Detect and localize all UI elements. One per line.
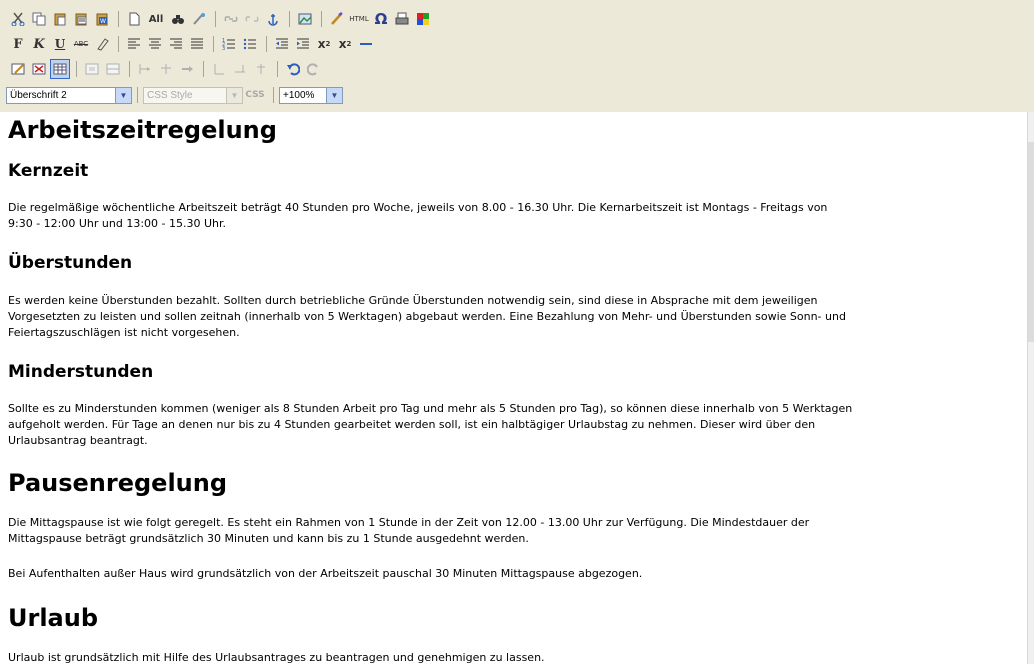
toolbar-separator	[129, 61, 130, 77]
toolbar-separator	[289, 11, 290, 27]
cell-props-icon[interactable]	[82, 59, 102, 79]
heading-ueberstunden: Überstunden	[8, 253, 133, 273]
redo-icon[interactable]	[304, 59, 324, 79]
subscript-icon[interactable]: x2	[335, 34, 355, 54]
editor-area[interactable]: Arbeitszeitregelung Kernzeit Die regelmä…	[0, 112, 1034, 664]
toolbar-separator	[203, 61, 204, 77]
toolbar-separator	[215, 11, 216, 27]
delete-row-icon[interactable]	[156, 59, 176, 79]
edit-table-icon[interactable]	[8, 59, 28, 79]
toolbar-separator	[321, 11, 322, 27]
merge-cells-icon[interactable]	[230, 59, 250, 79]
html-icon[interactable]: HTML	[348, 9, 370, 29]
heading-select[interactable]: Überschrift 2 ▼	[6, 86, 132, 104]
zoom-select[interactable]: +100% ▼	[279, 86, 343, 104]
italic-icon[interactable]: K	[29, 34, 49, 54]
toolbar-row-4: Überschrift 2 ▼ CSS Style ▼ CSS +100% ▼	[6, 84, 343, 106]
heading-minderstunden: Minderstunden	[8, 362, 154, 382]
zoom-select-value: +100%	[283, 89, 315, 101]
scrollbar[interactable]	[1027, 112, 1034, 664]
strikethrough-icon[interactable]: ABC	[71, 34, 91, 54]
paragraph-ueberstunden-line-3: Feiertagszuschlägen ist nicht vorgesehen…	[8, 326, 240, 339]
paragraph-ueberstunden-line-1: Es werden keine Überstunden bezahlt. Sol…	[8, 294, 818, 307]
special-char-icon[interactable]: Ω	[371, 9, 391, 29]
svg-text:W: W	[100, 18, 106, 25]
paragraph-pause-line-2: Mittagspause beträgt grundsätzlich 30 Mi…	[8, 532, 529, 545]
color-icon[interactable]	[413, 9, 433, 29]
paragraph-kernzeit-line-1: Die regelmäßige wöchentliche Arbeitszeit…	[8, 201, 828, 214]
outdent-icon[interactable]	[272, 34, 292, 54]
unordered-list-icon[interactable]	[240, 34, 260, 54]
svg-text:3: 3	[222, 46, 225, 51]
paste-word-icon[interactable]: W	[92, 9, 112, 29]
insert-table-icon[interactable]	[50, 59, 70, 79]
ordered-list-icon[interactable]: 123	[219, 34, 239, 54]
scrollbar-thumb[interactable]	[1028, 142, 1034, 342]
anchor-icon[interactable]	[263, 9, 283, 29]
editor-toolbar: W All HTML Ω F K U ABC 123 x2 x 2 Übersc…	[0, 0, 1034, 113]
copy-icon[interactable]	[29, 9, 49, 29]
toolbar-separator	[266, 36, 267, 52]
heading-urlaub: Urlaub	[8, 604, 99, 632]
toolbar-separator	[118, 11, 119, 27]
image-icon[interactable]	[295, 9, 315, 29]
toolbar-separator	[273, 87, 274, 103]
css-button[interactable]: CSS	[243, 85, 267, 105]
toolbar-separator	[137, 87, 138, 103]
css-style-select[interactable]: CSS Style ▼	[143, 86, 243, 104]
insert-col-right-icon[interactable]	[209, 59, 229, 79]
align-right-icon[interactable]	[166, 34, 186, 54]
spellcheck-icon[interactable]	[327, 9, 347, 29]
insert-row-icon[interactable]	[135, 59, 155, 79]
remove-format-icon[interactable]	[92, 34, 112, 54]
row-props-icon[interactable]	[103, 59, 123, 79]
paste-text-icon[interactable]	[71, 9, 91, 29]
paragraph-minderstunden-line-3: Urlaubsantrag beantragt.	[8, 434, 148, 447]
toolbar-row-1: W All HTML Ω	[8, 8, 434, 30]
paragraph-minderstunden-line-1: Sollte es zu Minderstunden kommen (wenig…	[8, 402, 853, 415]
indent-icon[interactable]	[293, 34, 313, 54]
cut-icon[interactable]	[8, 9, 28, 29]
chevron-down-icon: ▼	[326, 87, 342, 103]
heading-pausenregelung: Pausenregelung	[8, 469, 228, 497]
chevron-down-icon: ▼	[226, 87, 242, 103]
select-all-icon[interactable]: All	[145, 9, 167, 29]
align-left-icon[interactable]	[124, 34, 144, 54]
paragraph-pause-line-3: Bei Aufenthalten außer Haus wird grundsä…	[8, 567, 643, 580]
toolbar-separator	[118, 36, 119, 52]
toolbar-row-3	[8, 58, 325, 80]
paste-icon[interactable]	[50, 9, 70, 29]
paragraph-pause-line-1: Die Mittagspause ist wie folgt geregelt.…	[8, 516, 810, 529]
insert-col-icon[interactable]	[177, 59, 197, 79]
paragraph-urlaub-line-1: Urlaub ist grundsätzlich mit Hilfe des U…	[8, 651, 545, 664]
heading-arbeitszeitregelung: Arbeitszeitregelung	[8, 116, 277, 144]
toolbar-separator	[213, 36, 214, 52]
unlink-icon[interactable]	[242, 9, 262, 29]
heading-kernzeit: Kernzeit	[8, 161, 89, 181]
paragraph-ueberstunden-line-2: Vorgesetzten zu leisten und sollen zeitn…	[8, 310, 846, 323]
split-cell-icon[interactable]	[251, 59, 271, 79]
link-icon[interactable]	[221, 9, 241, 29]
paragraph-minderstunden-line-2: aufgeholt werden. Für Tage an denen nur …	[8, 418, 816, 431]
toolbar-separator	[76, 61, 77, 77]
new-document-icon[interactable]	[124, 9, 144, 29]
chevron-down-icon: ▼	[115, 87, 131, 103]
horizontal-rule-icon[interactable]	[356, 34, 376, 54]
superscript-icon[interactable]: x2	[314, 34, 334, 54]
delete-table-icon[interactable]	[29, 59, 49, 79]
align-justify-icon[interactable]	[187, 34, 207, 54]
underline-icon[interactable]: U	[50, 34, 70, 54]
paragraph-kernzeit-line-2: 9:30 - 12:00 Uhr und 13:00 - 15.30 Uhr.	[8, 217, 227, 230]
bold-icon[interactable]: F	[8, 34, 28, 54]
toolbar-separator	[277, 61, 278, 77]
find-replace-icon[interactable]	[168, 9, 188, 29]
print-icon[interactable]	[392, 9, 412, 29]
heading-select-value: Überschrift 2	[10, 89, 67, 101]
css-style-select-value: CSS Style	[147, 89, 193, 101]
clean-icon[interactable]	[189, 9, 209, 29]
toolbar-row-2: F K U ABC 123 x2 x2	[8, 33, 377, 55]
undo-icon[interactable]	[283, 59, 303, 79]
align-center-icon[interactable]	[145, 34, 165, 54]
